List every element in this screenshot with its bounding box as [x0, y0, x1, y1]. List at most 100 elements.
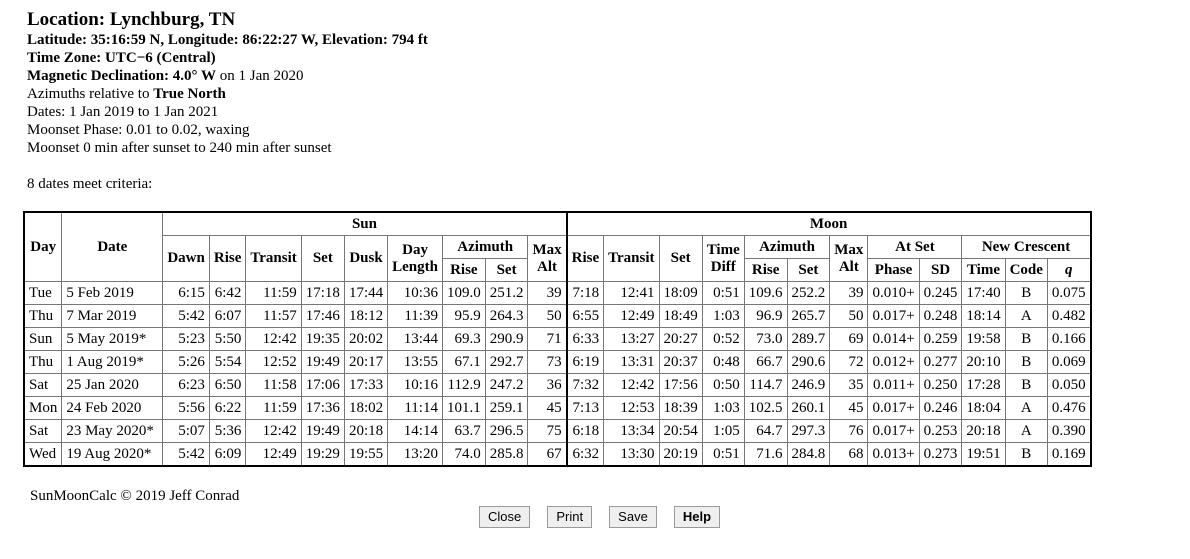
- cell-dawn: 5:07: [162, 419, 210, 443]
- cell-sun-az-set: 285.8: [484, 442, 529, 467]
- print-button[interactable]: Print: [547, 506, 593, 528]
- cell-phase: 0.014+: [867, 327, 920, 351]
- cell-moon-rise: 6:32: [565, 442, 605, 467]
- cell-nc-q: 0.476: [1046, 396, 1092, 420]
- cell-nc-q: 0.390: [1046, 419, 1092, 443]
- cell-moon-set: 20:27: [658, 327, 703, 351]
- cell-sun-az-set: 247.2: [484, 373, 529, 397]
- cell-sun-rise: 5:36: [208, 419, 247, 443]
- cell-day-length: 10:16: [387, 373, 443, 397]
- cell-sun-transit: 12:42: [245, 327, 302, 351]
- cell-moon-az-rise: 71.6: [743, 442, 788, 467]
- cell-sun-set: 19:49: [300, 419, 345, 443]
- cell-nc-q: 0.166: [1046, 327, 1092, 351]
- cell-moon-set: 18:09: [658, 281, 703, 305]
- cell-time-diff: 0:51: [701, 281, 745, 305]
- cell-dusk: 19:55: [343, 442, 389, 467]
- cell-moon-rise: 6:33: [565, 327, 605, 351]
- col-phase: Phase: [867, 258, 920, 282]
- cell-sun-set: 19:35: [300, 327, 345, 351]
- azimuth-ref: True North: [153, 86, 226, 102]
- cell-time-diff: 0:52: [701, 327, 745, 351]
- cell-sun-set: 19:49: [300, 350, 345, 374]
- cell-moon-set: 17:56: [658, 373, 703, 397]
- cell-sd: 0.248: [918, 304, 963, 328]
- col-sun-azimuth: Azimuth: [441, 235, 529, 259]
- magdecl-value: Magnetic Declination: 4.0° W: [27, 68, 217, 84]
- cell-date: 5 May 2019*: [61, 327, 164, 351]
- cell-nc-code: A: [1004, 396, 1048, 420]
- cell-moon-max-alt: 68: [829, 442, 869, 467]
- cell-sun-az-rise: 109.0: [441, 281, 486, 305]
- cell-moon-az-rise: 73.0: [743, 327, 788, 351]
- save-button[interactable]: Save: [609, 506, 657, 528]
- cell-sun-az-rise: 95.9: [441, 304, 486, 328]
- time-diff-line2: Diff: [710, 258, 736, 275]
- cell-moon-rise: 7:32: [565, 373, 605, 397]
- coordinates: Latitude: 35:16:59 N, Longitude: 86:22:2…: [27, 32, 428, 48]
- cell-dawn: 5:42: [162, 304, 210, 328]
- cell-sun-az-rise: 112.9: [441, 373, 486, 397]
- cell-sd: 0.246: [918, 396, 963, 420]
- magnetic-declination: Magnetic Declination: 4.0° W on 1 Jan 20…: [27, 67, 428, 85]
- cell-sun-az-set: 296.5: [484, 419, 529, 443]
- cell-moon-az-set: 252.2: [786, 281, 831, 305]
- col-sun-max-alt: Max Alt: [527, 235, 568, 282]
- header-row-groups: Day Date Sun Moon: [23, 211, 1092, 282]
- close-button[interactable]: Close: [479, 506, 531, 528]
- cell-date: 23 May 2020*: [61, 419, 164, 443]
- cell-moon-az-set: 297.3: [786, 419, 831, 443]
- cell-moon-az-set: 265.7: [786, 304, 831, 328]
- col-dawn: Dawn: [162, 235, 210, 282]
- cell-sun-az-set: 264.3: [484, 304, 529, 328]
- cell-nc-time: 18:04: [961, 396, 1006, 420]
- cell-dusk: 17:44: [343, 281, 389, 305]
- cell-sun-max-alt: 67: [527, 442, 568, 467]
- cell-moon-set: 18:49: [658, 304, 703, 328]
- help-button[interactable]: Help: [673, 506, 721, 528]
- copyright: SunMoonCalc © 2019 Jeff Conrad: [30, 488, 240, 504]
- cell-sd: 0.250: [918, 373, 963, 397]
- cell-moon-max-alt: 50: [829, 304, 869, 328]
- cell-moon-set: 18:39: [658, 396, 703, 420]
- table-row: Thu 1 Aug 2019* 5:26 5:54 12:52 19:49 20:17 13:…: [23, 350, 1092, 374]
- cell-moon-az-rise: 109.6: [743, 281, 788, 305]
- time-zone: Time Zone: UTC−6 (Central): [27, 50, 216, 66]
- cell-moon-transit: 13:31: [603, 350, 660, 374]
- cell-sun-az-set: 292.7: [484, 350, 529, 374]
- cell-moon-az-rise: 114.7: [743, 373, 788, 397]
- col-transit: Transit: [245, 235, 302, 282]
- cell-sun-az-rise: 63.7: [441, 419, 486, 443]
- cell-sun-rise: 6:07: [208, 304, 247, 328]
- moonset-phase: Moonset Phase: 0.01 to 0.02, waxing: [27, 122, 250, 138]
- cell-nc-time: 17:40: [961, 281, 1006, 305]
- cell-day-length: 10:36: [387, 281, 443, 305]
- group-sun: Sun: [162, 211, 568, 236]
- cell-dawn: 5:42: [162, 442, 210, 467]
- cell-day: Sat: [23, 419, 63, 443]
- col-rise: Rise: [208, 235, 247, 282]
- cell-sun-az-rise: 101.1: [441, 396, 486, 420]
- max-alt-line1: Max: [532, 241, 562, 258]
- cell-sun-set: 17:36: [300, 396, 345, 420]
- col-moon-az-rise: Rise: [743, 258, 788, 282]
- cell-day: Thu: [23, 350, 63, 374]
- col-day-length: Day Length: [387, 235, 443, 282]
- cell-moon-transit: 12:42: [603, 373, 660, 397]
- cell-dusk: 20:02: [343, 327, 389, 351]
- results-body: Tue 5 Feb 2019 6:15 6:42 11:59 17:18 17:44 10:3…: [23, 281, 1092, 467]
- cell-nc-time: 19:58: [961, 327, 1006, 351]
- cell-moon-set: 20:54: [658, 419, 703, 443]
- col-day: Day: [23, 211, 63, 282]
- max-alt-line2: Alt: [537, 258, 558, 275]
- cell-moon-max-alt: 72: [829, 350, 869, 374]
- cell-sun-max-alt: 36: [527, 373, 568, 397]
- table-row: Tue 5 Feb 2019 6:15 6:42 11:59 17:18 17:44 10:3…: [23, 281, 1092, 305]
- cell-nc-q: 0.169: [1046, 442, 1092, 467]
- cell-moon-max-alt: 45: [829, 396, 869, 420]
- cell-nc-time: 17:28: [961, 373, 1006, 397]
- cell-moon-transit: 13:30: [603, 442, 660, 467]
- table-row: Sat 25 Jan 2020 6:23 6:50 11:58 17:06 17:33 10:…: [23, 373, 1092, 397]
- cell-date: 19 Aug 2020*: [61, 442, 164, 467]
- cell-nc-q: 0.482: [1046, 304, 1092, 328]
